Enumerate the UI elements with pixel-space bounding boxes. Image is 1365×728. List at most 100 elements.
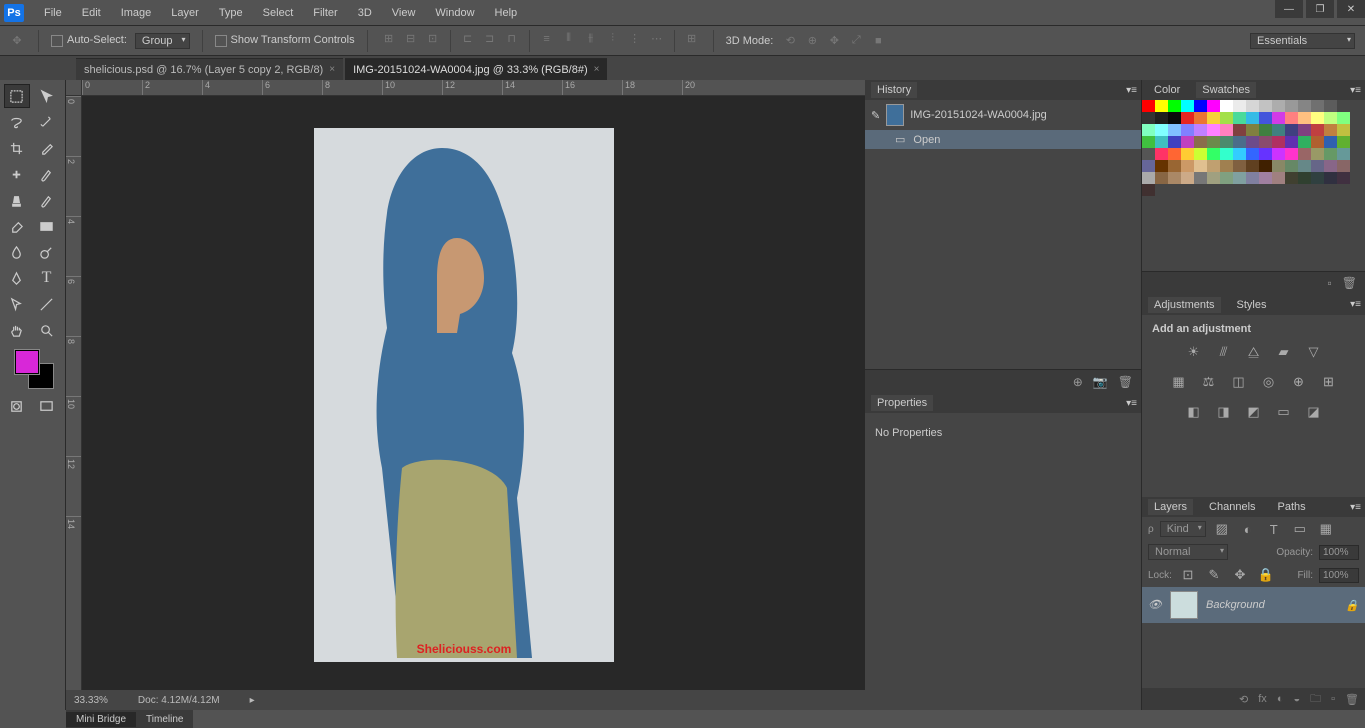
history-step[interactable]: ▭ Open xyxy=(865,130,1141,149)
adj-layer-icon[interactable]: ◒ xyxy=(1293,693,1300,705)
play-icon[interactable]: ▸ xyxy=(250,695,255,706)
panel-menu-icon[interactable]: ▾≡ xyxy=(1350,85,1361,96)
swatch[interactable] xyxy=(1155,148,1168,160)
swatch[interactable] xyxy=(1324,160,1337,172)
gradient-map-icon[interactable]: ▭ xyxy=(1274,403,1294,421)
dodge-tool[interactable] xyxy=(34,240,60,264)
swatch[interactable] xyxy=(1168,112,1181,124)
swatch[interactable] xyxy=(1142,172,1155,184)
filter-kind-dropdown[interactable]: Kind xyxy=(1160,521,1206,537)
layer-name[interactable]: Background xyxy=(1206,599,1265,611)
eraser-tool[interactable] xyxy=(4,214,30,238)
swatch[interactable] xyxy=(1324,136,1337,148)
swatch[interactable] xyxy=(1168,160,1181,172)
panel-menu-icon[interactable]: ▾≡ xyxy=(1350,502,1361,513)
menu-image[interactable]: Image xyxy=(111,3,162,23)
panel-menu-icon[interactable]: ▾≡ xyxy=(1126,398,1137,409)
color-panel-header[interactable]: Color Swatches ▾≡ xyxy=(1142,80,1365,100)
align-icon[interactable]: ⊟ xyxy=(402,30,420,48)
swatch[interactable] xyxy=(1272,100,1285,112)
swatch[interactable] xyxy=(1168,124,1181,136)
swatch[interactable] xyxy=(1272,136,1285,148)
swatch[interactable] xyxy=(1142,160,1155,172)
swatch[interactable] xyxy=(1324,100,1337,112)
swatch[interactable] xyxy=(1337,172,1350,184)
swatch[interactable] xyxy=(1181,148,1194,160)
auto-select-checkbox[interactable]: Auto-Select: xyxy=(51,34,127,46)
hand-tool[interactable] xyxy=(4,318,30,342)
swatch[interactable] xyxy=(1155,172,1168,184)
menu-file[interactable]: File xyxy=(34,3,72,23)
swatch[interactable] xyxy=(1207,172,1220,184)
swatch[interactable] xyxy=(1311,136,1324,148)
swatch[interactable] xyxy=(1168,100,1181,112)
swatch[interactable] xyxy=(1194,112,1207,124)
balance-icon[interactable]: ⚖ xyxy=(1199,373,1219,391)
menu-select[interactable]: Select xyxy=(253,3,304,23)
channels-tab[interactable]: Channels xyxy=(1203,499,1261,515)
distribute-icon[interactable]: ≡ xyxy=(538,30,556,48)
3d-icon[interactable]: ⊕ xyxy=(803,32,821,50)
swatch[interactable] xyxy=(1233,112,1246,124)
swatch[interactable] xyxy=(1181,100,1194,112)
swatch[interactable] xyxy=(1337,100,1350,112)
paths-tab[interactable]: Paths xyxy=(1272,499,1312,515)
menu-filter[interactable]: Filter xyxy=(303,3,347,23)
swatch[interactable] xyxy=(1233,148,1246,160)
swatch[interactable] xyxy=(1298,124,1311,136)
swatch[interactable] xyxy=(1285,160,1298,172)
layers-tab[interactable]: Layers xyxy=(1148,499,1193,515)
trash-icon[interactable]: 🗑 xyxy=(1118,375,1133,389)
lasso-tool[interactable] xyxy=(4,110,30,134)
menu-layer[interactable]: Layer xyxy=(161,3,209,23)
swatch[interactable] xyxy=(1259,112,1272,124)
align-icon[interactable]: ⊡ xyxy=(424,30,442,48)
zoom-tool[interactable] xyxy=(34,318,60,342)
history-brush-tool[interactable] xyxy=(34,188,60,212)
swatch[interactable] xyxy=(1324,148,1337,160)
lock-all-icon[interactable]: 🔒 xyxy=(1256,566,1276,584)
swatch[interactable] xyxy=(1220,160,1233,172)
swatch[interactable] xyxy=(1142,124,1155,136)
distribute-icon[interactable]: ⫴ xyxy=(560,30,578,48)
close-icon[interactable]: × xyxy=(329,64,335,75)
swatch[interactable] xyxy=(1220,124,1233,136)
menu-window[interactable]: Window xyxy=(425,3,484,23)
blend-mode-dropdown[interactable]: Normal xyxy=(1148,544,1228,560)
adjustments-tab[interactable]: Adjustments xyxy=(1148,297,1221,313)
trash-icon[interactable]: 🗑 xyxy=(1345,693,1359,706)
minimize-button[interactable]: — xyxy=(1275,0,1303,18)
history-snapshot[interactable]: ✎ IMG-20151024-WA0004.jpg xyxy=(865,100,1141,130)
swatch[interactable] xyxy=(1337,160,1350,172)
mixer-icon[interactable]: ⊕ xyxy=(1289,373,1309,391)
color-tab[interactable]: Color xyxy=(1148,82,1186,98)
swatch[interactable] xyxy=(1194,160,1207,172)
swatch[interactable] xyxy=(1233,172,1246,184)
lock-transparent-icon[interactable]: ⊡ xyxy=(1178,566,1198,584)
swatch[interactable] xyxy=(1337,112,1350,124)
distribute-icon[interactable]: ⫵ xyxy=(582,30,600,48)
gradient-tool[interactable] xyxy=(34,214,60,238)
panel-menu-icon[interactable]: ▾≡ xyxy=(1350,299,1361,310)
group-icon[interactable]: 🗀 xyxy=(1310,690,1321,709)
swatch[interactable] xyxy=(1168,172,1181,184)
swatch[interactable] xyxy=(1246,172,1259,184)
swatch[interactable] xyxy=(1324,124,1337,136)
swatch[interactable] xyxy=(1246,148,1259,160)
swatch[interactable] xyxy=(1311,112,1324,124)
swatch[interactable] xyxy=(1272,160,1285,172)
swatch[interactable] xyxy=(1233,124,1246,136)
swatch[interactable] xyxy=(1337,124,1350,136)
3d-icon[interactable]: ■ xyxy=(869,32,887,50)
bw-icon[interactable]: ◫ xyxy=(1229,373,1249,391)
mini-bridge-tab[interactable]: Mini Bridge xyxy=(66,712,136,727)
auto-select-dropdown[interactable]: Group xyxy=(135,33,190,49)
document-tab[interactable]: shelicious.psd @ 16.7% (Layer 5 copy 2, … xyxy=(76,58,343,80)
swatch[interactable] xyxy=(1142,148,1155,160)
swatch[interactable] xyxy=(1272,112,1285,124)
swatch[interactable] xyxy=(1142,184,1155,196)
swatch[interactable] xyxy=(1155,100,1168,112)
swatch[interactable] xyxy=(1298,148,1311,160)
align-icon[interactable]: ⊐ xyxy=(481,30,499,48)
menu-view[interactable]: View xyxy=(382,3,426,23)
